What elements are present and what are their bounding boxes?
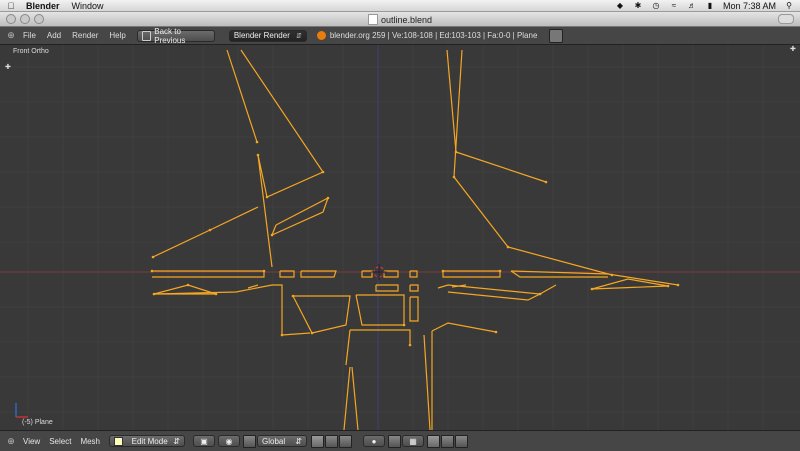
edge-select-toggle[interactable] [441,434,454,448]
object-label: (-5) Plane [22,419,53,426]
select-mode-dropdown[interactable]: ▦ [402,435,424,447]
mesh-wireframe[interactable] [152,49,679,430]
rotate-manipulator-toggle[interactable] [325,434,338,448]
tool-shelf-toggle-icon[interactable]: ✚ [5,64,11,71]
window-title-area: outline.blend [0,14,800,25]
edit-mode-icon [114,436,123,446]
layers-dropdown[interactable]: ● [363,435,385,447]
editor-type-icon[interactable]: ⊕ [5,30,17,42]
scene-stats: blender.org 259 | Ve:108-108 | Ed:103-10… [329,31,538,40]
spotlight-icon[interactable]: ⚲ [784,1,794,10]
bluetooth-icon[interactable]: ✱ [633,1,643,10]
dropbox-icon[interactable]: ◆ [615,1,625,10]
back-to-previous-button[interactable]: Back to Previous [136,26,215,45]
volume-icon[interactable]: ♬ [687,1,697,10]
editor-type-icon[interactable]: ⊕ [5,435,17,447]
info-header: ⊕ File Add Render Help Back to Previous … [0,27,800,45]
view3d-header: ⊕ View Select Mesh Edit Mode ⇵ ▣ ◉ Globa… [0,430,800,451]
scale-manipulator-toggle[interactable] [339,434,352,448]
menu-select[interactable]: Select [49,437,71,446]
menu-view[interactable]: View [23,437,40,446]
screen-back-icon [141,30,152,41]
menu-help[interactable]: Help [109,31,125,40]
vertex-select-toggle[interactable] [427,434,440,448]
wifi-icon[interactable]: ≈ [669,1,679,10]
grid-lines [0,45,800,430]
menu-mesh[interactable]: Mesh [80,437,100,446]
dropdown-arrows-icon: ⇵ [173,436,180,446]
mac-menubar:  Blender Window ◆ ✱ ◷ ≈ ♬ ▮ Mon 7:38 AM… [0,0,800,12]
battery-icon[interactable]: ▮ [705,1,715,10]
dropdown-arrows-icon: ⇵ [295,32,302,40]
blender-logo-icon [316,31,326,40]
menu-add[interactable]: Add [47,31,61,40]
dropdown-arrows-icon: ⇵ [295,436,302,446]
toolbar-toggle-button[interactable] [778,14,794,24]
menubar-status-area: ◆ ✱ ◷ ≈ ♬ ▮ Mon 7:38 AM ⚲ [615,0,794,11]
apple-icon[interactable]:  [6,1,16,11]
viewport-canvas[interactable] [0,45,800,430]
transform-orientation-dropdown[interactable]: Global ⇵ [257,435,307,447]
fullscreen-toggle-icon[interactable] [549,28,564,43]
mode-dropdown[interactable]: Edit Mode ⇵ [109,435,185,447]
axis-gizmo-icon [15,403,28,418]
window-menu[interactable]: Window [72,1,104,11]
view-label: Front Ortho [13,48,49,55]
face-select-toggle[interactable] [455,434,468,448]
pivot-point-dropdown[interactable]: ◉ [218,435,240,447]
app-menu[interactable]: Blender [26,1,60,11]
render-engine-value: Blender Render [233,31,290,40]
menu-file[interactable]: File [23,31,36,40]
window-title: outline.blend [380,15,433,25]
3d-viewport[interactable]: Front Ortho ✚ ✚ (-5) Plane [0,45,800,430]
clock[interactable]: Mon 7:38 AM [723,1,776,11]
render-engine-dropdown[interactable]: Blender Render ⇵ [228,29,307,42]
back-to-previous-label: Back to Previous [154,26,186,45]
proportional-edit-toggle[interactable] [388,434,401,448]
time-machine-icon[interactable]: ◷ [651,1,661,10]
menu-render[interactable]: Render [72,31,98,40]
translate-manipulator-toggle[interactable] [311,434,324,448]
mode-value: Edit Mode [131,436,168,446]
manipulator-toggle[interactable] [243,434,256,448]
window-titlebar: outline.blend [0,12,800,27]
orientation-value: Global [262,436,286,446]
properties-toggle-icon[interactable]: ✚ [790,46,796,53]
document-icon [367,14,378,25]
viewport-shading-dropdown[interactable]: ▣ [193,435,215,447]
